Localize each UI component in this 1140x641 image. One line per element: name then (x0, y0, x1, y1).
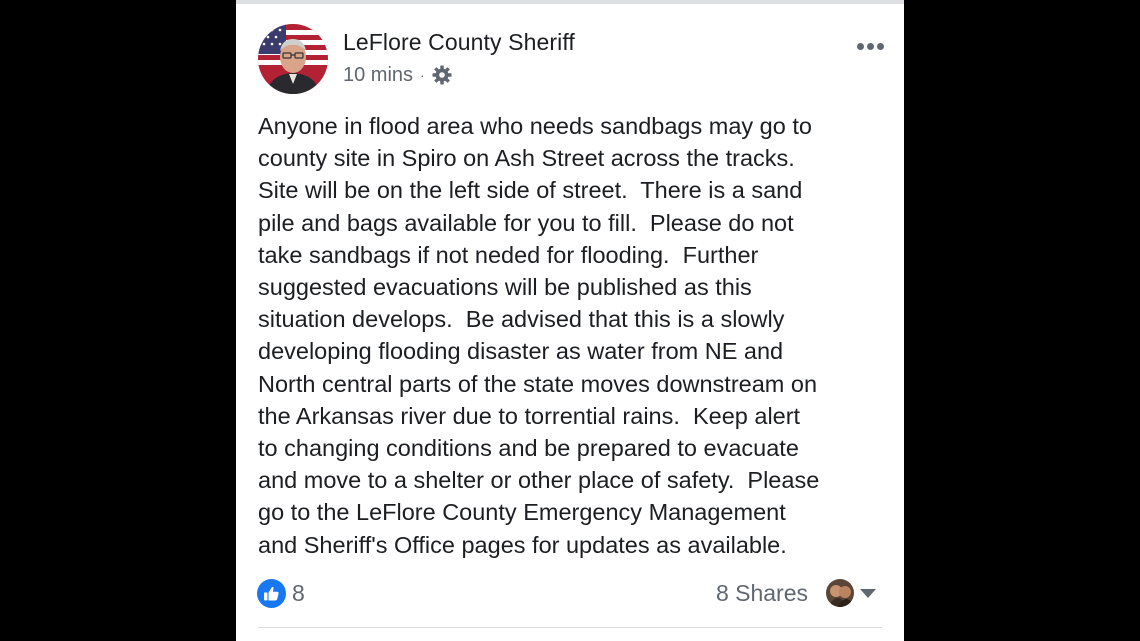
post-text-line: Anyone in flood area who needs sandbags … (258, 113, 812, 139)
post-text-line: go to the LeFlore County Emergency Manag… (258, 499, 786, 526)
more-options-icon[interactable] (857, 36, 884, 56)
gear-icon[interactable] (432, 65, 452, 85)
post-meta: 10 mins · (343, 63, 452, 87)
post-text: Anyone in flood area who needs sandbags … (258, 110, 888, 561)
more-dot (877, 42, 884, 50)
more-dot (867, 42, 874, 50)
sharer-avatar[interactable] (826, 579, 854, 607)
post-text-line: Site will be on the left side of street.… (258, 177, 803, 204)
card-top-border (236, 0, 904, 4)
post-text-line: and move to a shelter or other place of … (258, 467, 820, 494)
meta-separator: · (420, 67, 425, 83)
post-text-line: the Arkansas river due to torrential rai… (258, 402, 801, 429)
shares-count[interactable]: 8 Shares (716, 580, 808, 607)
post-text-line: North central parts of the state moves d… (258, 370, 818, 397)
post-text-line: to changing conditions and be prepared t… (258, 435, 799, 462)
post-text-line: situation develops. Be advised that this… (258, 306, 785, 333)
post-text-line: county site in Spiro on Ash Street acros… (258, 145, 795, 172)
thumbs-up-icon[interactable] (257, 579, 286, 608)
post-timestamp[interactable]: 10 mins (343, 64, 413, 87)
author-avatar[interactable] (258, 24, 328, 94)
caret-down-icon[interactable] (860, 589, 876, 598)
post-text-line: and Sheriff's Office pages for updates a… (258, 531, 787, 558)
post-text-line: developing flooding disaster as water fr… (258, 338, 784, 365)
author-name[interactable]: LeFlore County Sheriff (343, 29, 575, 56)
footer-divider (258, 627, 882, 628)
post-card: LeFlore County Sheriff 10 mins · Anyone … (236, 0, 904, 641)
post-text-line: take sandbags if not neded for flooding.… (258, 241, 759, 268)
post-text-line: suggested evacuations will be published … (258, 274, 752, 301)
like-count[interactable]: 8 (292, 580, 305, 607)
more-dot (857, 42, 864, 50)
post-text-line: pile and bags available for you to fill.… (258, 209, 794, 236)
